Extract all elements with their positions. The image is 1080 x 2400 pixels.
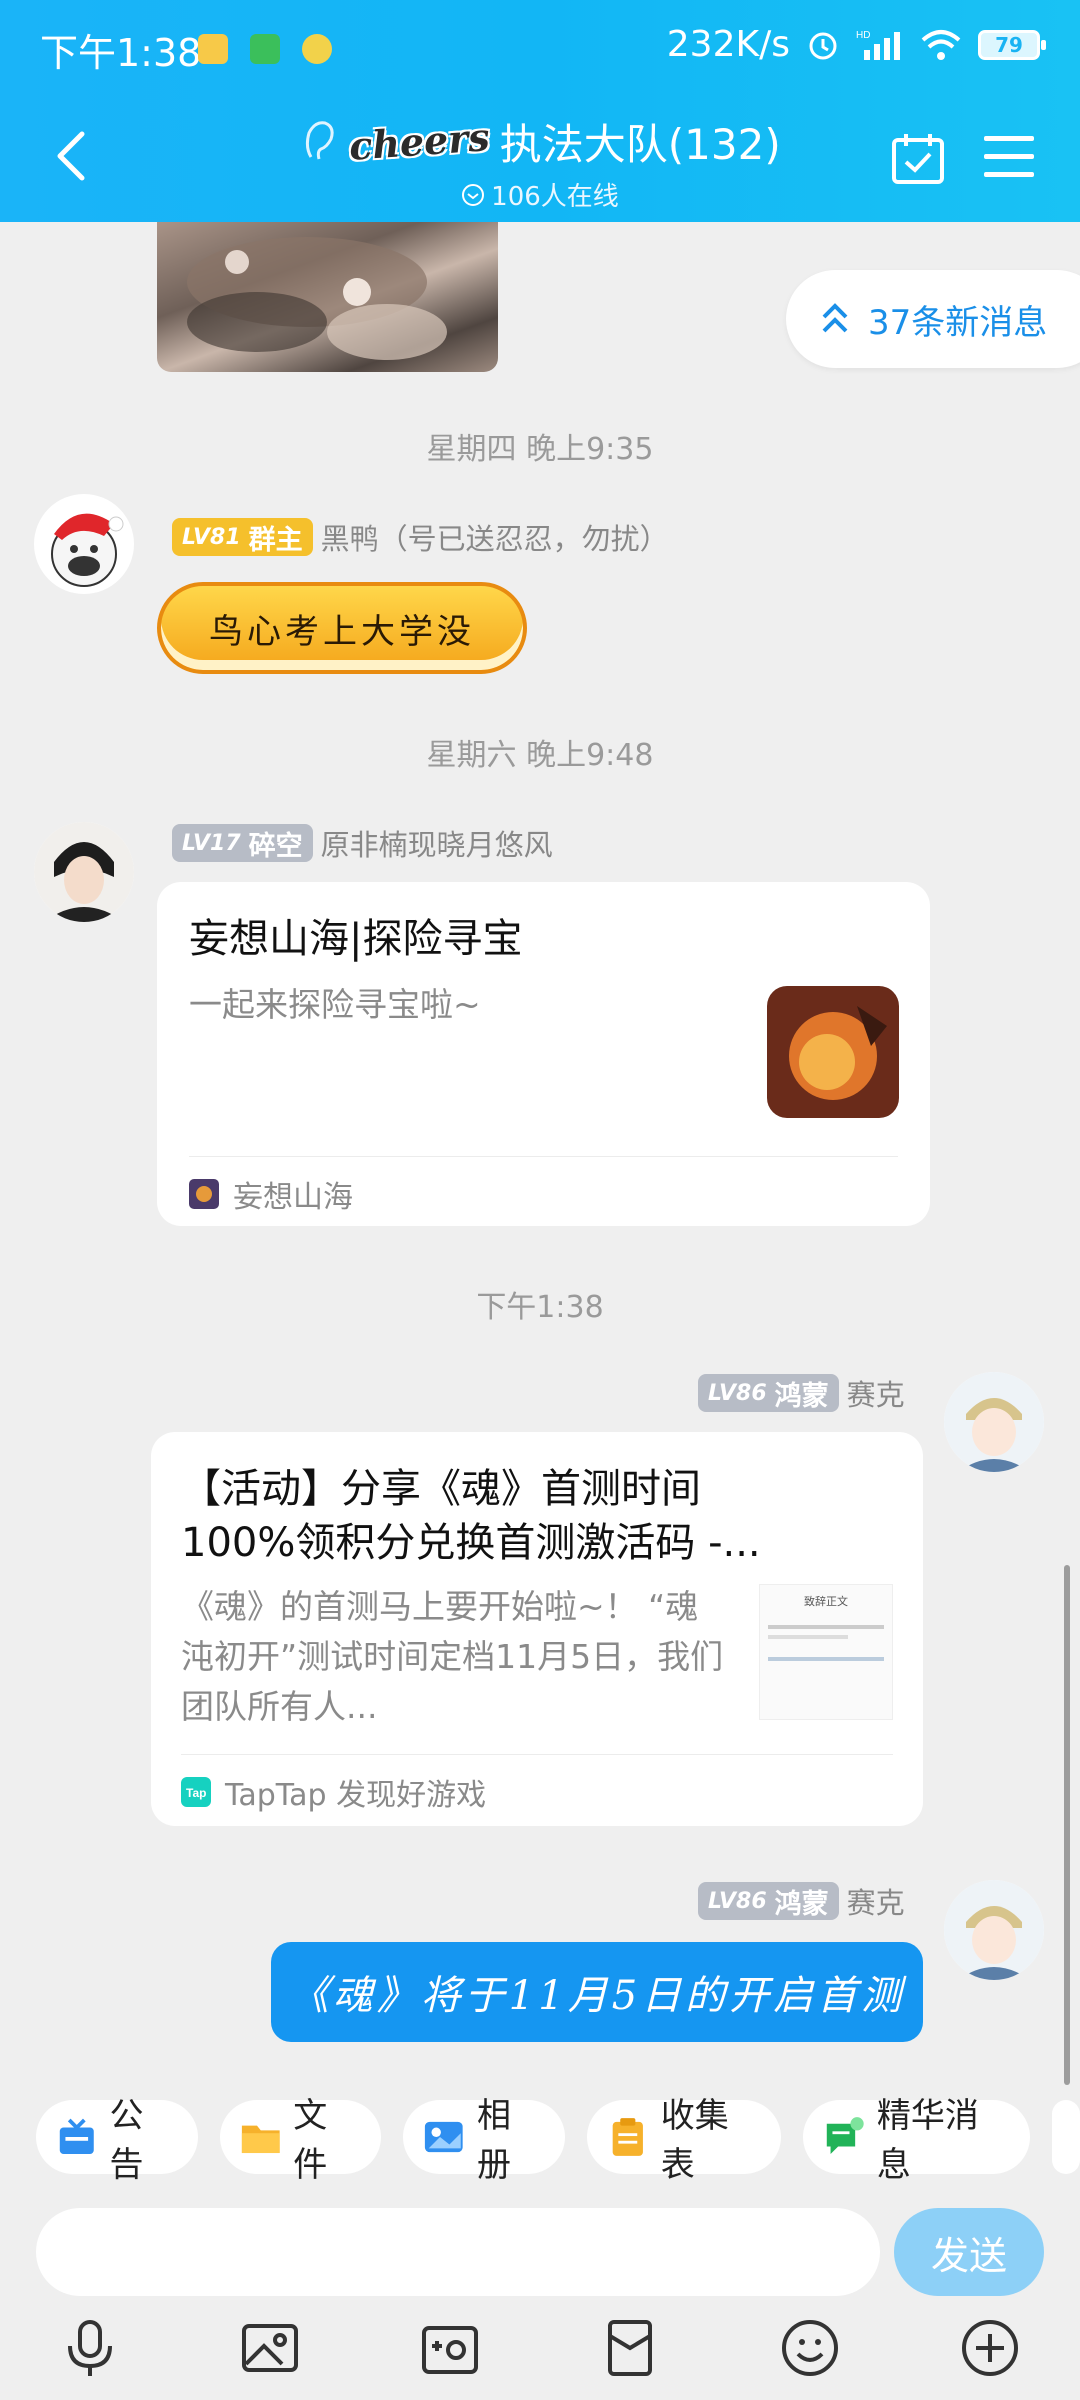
shortcut-bar: 公告 文件 相册 收集表 精华消息: [0, 2090, 1080, 2186]
image-icon[interactable]: [238, 2316, 302, 2380]
signal-icon: HD: [856, 30, 900, 60]
card-source: 妄想山海: [189, 1172, 353, 1216]
group-logo: cheers: [347, 113, 492, 169]
article-thumbnail: 致辞正文: [759, 1584, 893, 1720]
level-badge: LV17 碎空: [172, 824, 313, 862]
text-message-bubble[interactable]: 《魂》将于11月5日的开启首测: [271, 1942, 923, 2042]
card-title: 妄想山海|探险寻宝: [189, 916, 523, 962]
battery-indicator: 79: [978, 29, 1046, 60]
level-badge: LV86 鸿蒙: [698, 1374, 839, 1412]
shortcut-more[interactable]: [1051, 2100, 1080, 2174]
network-speed: 232K/s: [666, 24, 790, 65]
status-bar: 下午1:38 232K/s HD 79: [0, 0, 1080, 96]
shortcut-essence[interactable]: 精华消息: [803, 2096, 1030, 2185]
timestamp: 星期四 晚上9:35: [426, 432, 654, 467]
card-description: 一起来探险寻宝啦~: [189, 985, 481, 1024]
scrollbar[interactable]: [1064, 1565, 1070, 2085]
announcement-icon: [59, 2118, 94, 2154]
status-indicators: 232K/s HD 79: [666, 24, 1046, 65]
composer: 发送: [0, 2186, 1080, 2316]
cat-image[interactable]: [157, 222, 498, 372]
chat-header: 下午1:38 232K/s HD 79 cheers 执法大队(132) 106…: [0, 0, 1080, 222]
essence-icon: [827, 2117, 864, 2155]
menu-icon[interactable]: [984, 134, 1034, 180]
game-thumbnail-icon: [767, 986, 899, 1118]
folder-icon: [241, 2125, 280, 2154]
group-name: 执法大队(132): [499, 119, 781, 169]
online-text: 106人在线: [491, 182, 619, 212]
timestamp: 星期六 晚上9:48: [426, 738, 654, 773]
sender-name: 黑鸭（号已送忍忍，勿扰）: [320, 522, 669, 556]
share-card[interactable]: 【活动】分享《魂》首测时间 100%领积分兑换首测激活码 -... 《魂》的首测…: [151, 1432, 923, 1826]
thumbnail-title: 致辞正文: [804, 1596, 848, 1608]
album-icon: [425, 2121, 464, 2153]
emoji-icon[interactable]: [778, 2316, 842, 2380]
calendar-check-icon[interactable]: [890, 130, 946, 186]
download-notification-icon: [250, 34, 280, 64]
composer-toolbar: [0, 2316, 1080, 2400]
wechat-notification-icon: [302, 34, 332, 64]
share-card[interactable]: 妄想山海|探险寻宝 一起来探险寻宝啦~ 妄想山海: [157, 882, 930, 1226]
avatar[interactable]: [34, 822, 134, 922]
svg-text:HD: HD: [856, 30, 870, 41]
plus-icon[interactable]: [958, 2316, 1022, 2380]
santa-avatar-icon: [51, 513, 124, 587]
avatar[interactable]: [944, 1880, 1044, 1980]
card-description-line-1: 《魂》的首测马上要开始啦~！ “魂: [181, 1587, 699, 1626]
card-title-line-2: 100%领积分兑换首测激活码 -...: [181, 1520, 761, 1566]
alarm-icon: [809, 32, 837, 59]
sender-line: LV86 鸿蒙 赛克: [698, 1880, 905, 1922]
sender-name: 原非楠现晓月悠风: [320, 828, 553, 862]
sender-line: LV81 群主 黑鸭（号已送忍忍，勿扰）: [172, 516, 669, 558]
self-avatar-icon: [944, 1880, 1044, 1980]
cat-photo-icon: [187, 237, 447, 360]
sender-name: 赛克: [846, 1378, 905, 1412]
red-packet-icon[interactable]: [598, 2316, 662, 2380]
shortcut-album[interactable]: 相册: [403, 2096, 566, 2185]
message-notification-icon: [198, 34, 228, 64]
card-divider: [181, 1754, 893, 1755]
form-icon: [612, 2118, 644, 2156]
sender-name: 赛克: [846, 1886, 905, 1920]
double-chevron-up-icon: [822, 303, 848, 333]
online-icon: [462, 183, 485, 206]
shortcut-announcement[interactable]: 公告: [36, 2096, 198, 2185]
wifi-icon: [921, 29, 961, 60]
level-badge: LV81 群主: [172, 518, 313, 556]
ear-icon: [306, 121, 334, 160]
anime-avatar-icon: [34, 822, 134, 922]
timestamp: 下午1:38: [476, 1290, 604, 1325]
svg-text:Tap: Tap: [186, 1786, 206, 1800]
shortcut-form[interactable]: 收集表: [587, 2096, 782, 2185]
camera-icon[interactable]: [418, 2316, 482, 2380]
avatar[interactable]: [944, 1372, 1044, 1472]
message-input[interactable]: [36, 2208, 880, 2296]
self-avatar-icon: [944, 1372, 1044, 1472]
card-source: Tap TapTap 发现好游戏: [181, 1770, 486, 1814]
new-messages-label: 37条新消息: [868, 302, 1048, 343]
status-time: 下午1:38: [40, 31, 202, 75]
sender-line: LV17 碎空 原非楠现晓月悠风: [172, 822, 553, 864]
card-title-line-1: 【活动】分享《魂》首测时间: [181, 1466, 701, 1512]
notification-icons: [198, 34, 332, 64]
new-messages-button[interactable]: 37条新消息: [786, 270, 1080, 368]
card-description-line-3: 团队所有人...: [181, 1687, 378, 1726]
level-badge: LV86 鸿蒙: [698, 1882, 839, 1920]
avatar[interactable]: [34, 494, 134, 594]
card-description-line-2: 沌初开”测试时间定档11月5日，我们: [181, 1637, 724, 1676]
sticker-message[interactable]: 鸟心考上大学没: [157, 582, 527, 674]
send-button[interactable]: 发送: [894, 2208, 1044, 2296]
microphone-icon[interactable]: [58, 2316, 122, 2380]
card-divider: [189, 1156, 898, 1157]
sender-line: LV86 鸿蒙 赛克: [698, 1372, 905, 1414]
taptap-icon: Tap: [181, 1777, 211, 1807]
game-source-icon: [189, 1179, 219, 1209]
shortcut-files[interactable]: 文件: [219, 2096, 382, 2185]
